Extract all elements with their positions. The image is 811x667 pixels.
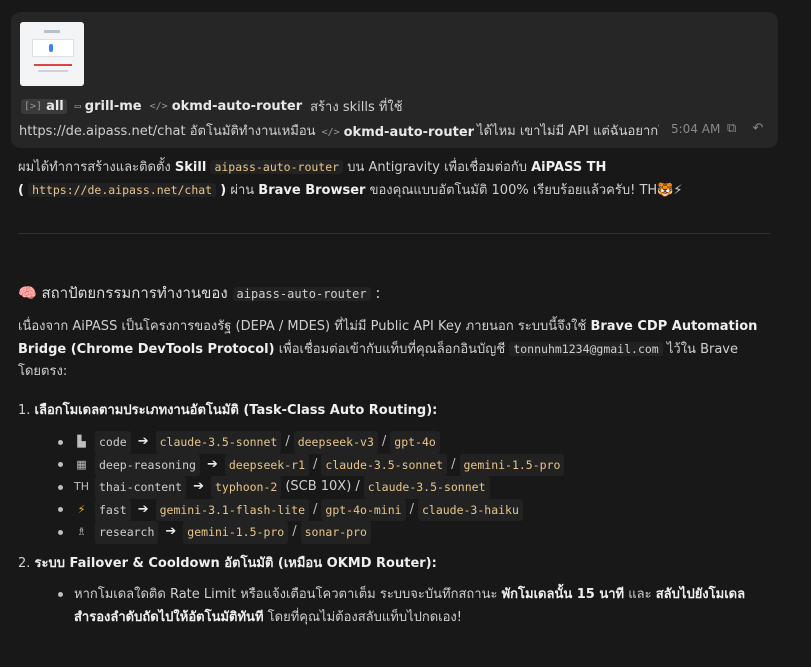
th-flag-icon: TH (74, 480, 89, 493)
monitor-icon: ▙ (77, 435, 86, 448)
copy-icon[interactable]: ⧉ (727, 121, 736, 136)
architecture-paragraph: เนื่องจาก AiPASS เป็นโครงการของรัฐ (DEPA… (18, 319, 758, 379)
ai-icon: [>] (24, 100, 43, 112)
user-message-card: [>] all ▭ grill-me </> okmd-auto-router … (11, 12, 778, 148)
chip-okmd-auto-router[interactable]: </> okmd-auto-router (150, 99, 303, 114)
research-icon: ♗ (76, 525, 87, 538)
url-link[interactable]: https://de.aipass.net/chat (28, 183, 217, 197)
message-text-line2: https://de.aipass.net/chat อัตโนมัติทำงา… (19, 124, 659, 138)
attachment-thumbnail[interactable] (20, 22, 84, 86)
chip-grill-me[interactable]: ▭ grill-me (75, 99, 142, 114)
message-timestamp: 5:04 AM (671, 122, 721, 136)
arrow-icon: ➔ (137, 501, 149, 517)
arrow-icon: ➔ (137, 434, 149, 449)
route-item: ♗ research ➔ gemini-1.5-pro / sonar-pro (58, 521, 564, 544)
response-intro: ผมได้ทำการสร้างและติดตั้ง Skill aipass-a… (18, 160, 683, 198)
chip-all[interactable]: [>] all (21, 98, 67, 114)
code-icon: </> (321, 127, 340, 138)
lightning-icon: ⚡ (77, 502, 86, 516)
route-item: ▦ deep-reasoning ➔ deepseek-r1/ claude-3… (58, 453, 565, 476)
route-item: ⚡ fast ➔ gemini-3.1-flash-lite / gpt-4o-m… (58, 498, 564, 521)
section-heading: 🧠 สถาปัตยกรรมการทำงานของ aipass-auto-rou… (18, 284, 381, 302)
message-actions: ⧉ ↶ (727, 121, 775, 136)
arrow-icon: ➔ (206, 456, 218, 472)
failover-item: หากโมเดลใดติด Rate Limit หรือแจ้งเตือนโค… (58, 583, 774, 629)
dots-icon: ▦ (76, 457, 87, 471)
list-item-2: 2. ระบบ Failover & Cooldown อัตโนมัติ (เ… (18, 556, 437, 571)
route-item: ▙ code ➔ claude-3.5-sonnet / deepseek-v3/… (58, 431, 564, 454)
chat-icon: ▭ (74, 100, 81, 112)
route-item: TH thai-content ➔ typhoon-2 (SCB 10X) / … (58, 476, 564, 499)
skill-chips: [>] all ▭ grill-me </> okmd-auto-router … (21, 97, 403, 115)
divider (18, 233, 770, 234)
message-text-line1: สร้าง skills ที่ใช้ (310, 99, 403, 115)
arrow-icon: ➔ (165, 524, 177, 539)
undo-icon[interactable]: ↶ (752, 121, 763, 136)
inline-code: aipass-auto-router (210, 160, 344, 174)
chip-okmd-inline[interactable]: </> okmd-auto-router (322, 125, 475, 138)
list-item-1: 1. เลือกโมเดลตามประเภทงานอัตโนมัติ (Task… (18, 403, 438, 418)
route-list: ▙ code ➔ claude-3.5-sonnet / deepseek-v3/… (58, 431, 565, 544)
code-icon: </> (149, 100, 168, 112)
arrow-icon: ➔ (193, 479, 204, 494)
brain-icon: 🧠 (18, 284, 37, 302)
